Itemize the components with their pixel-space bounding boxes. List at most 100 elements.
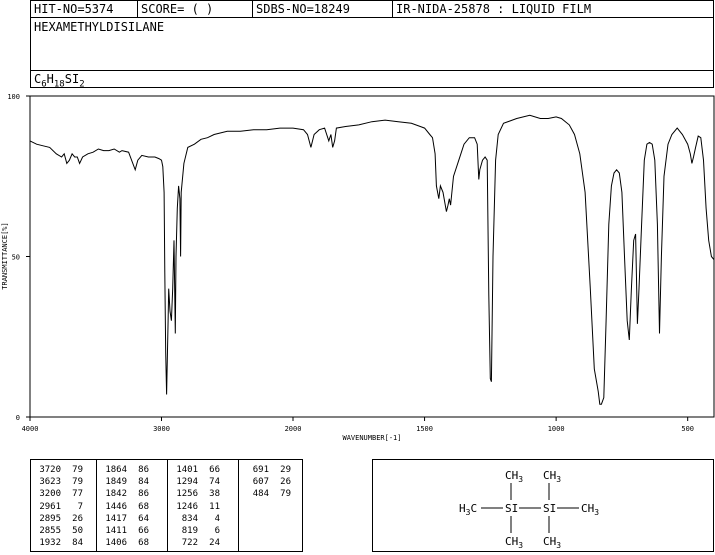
header-id-row: HIT-NO=5374 SCORE= ( ) SDBS-NO=18249 IR-… xyxy=(31,1,713,18)
peak-transmittance: 68 xyxy=(138,538,149,549)
ir-spectrum-chart: 4000 3000 2000 1500 1000 500100500 WAVENUMBER… xyxy=(1,93,715,442)
peak-transmittance: 6 xyxy=(214,526,220,537)
peak-transmittance: 79 xyxy=(280,489,291,500)
peak-transmittance: 84 xyxy=(72,538,83,549)
peak-transmittance: 79 xyxy=(72,477,83,488)
peak-wavenumber: 3623 xyxy=(39,477,61,488)
peak-wavenumber: 819 xyxy=(181,526,198,537)
x-tick-label: 1500 xyxy=(416,425,433,433)
compound-name: HEXAMETHYLDISILANE xyxy=(34,20,165,34)
peak-wavenumber: 1406 xyxy=(105,538,127,549)
sdbs-number: SDBS-NO=18249 xyxy=(253,1,393,17)
peak-row: 1411 66 xyxy=(97,525,167,537)
y-tick-label: 100 xyxy=(7,93,20,101)
peak-row: 1406 68 xyxy=(97,537,167,549)
peak-wavenumber: 1849 xyxy=(105,477,127,488)
structural-formula: CH3 CH3 H3C SI SI CH3 CH3 CH3 xyxy=(459,469,599,550)
methyl-top-left: CH3 xyxy=(505,469,523,484)
axis-ticks: 4000 3000 2000 1500 1000 500100500 xyxy=(7,93,694,433)
spectrum-header: HIT-NO=5374 SCORE= ( ) SDBS-NO=18249 IR-… xyxy=(30,0,714,89)
methyl-bottom-right: CH3 xyxy=(543,535,561,550)
peak-column: 1864 86 1849 84 1842 86 1446 68 1417 64 1411 66 1406… xyxy=(97,460,168,551)
x-tick-label: 2000 xyxy=(285,425,302,433)
peak-row: 2855 50 xyxy=(31,525,96,537)
peak-transmittance: 7 xyxy=(77,501,83,512)
peak-row: 2895 26 xyxy=(31,513,96,525)
methyl-bottom-left: CH3 xyxy=(505,535,523,550)
peak-wavenumber: 722 xyxy=(181,538,198,549)
peak-row: 1864 86 xyxy=(97,464,167,476)
y-tick-label: 50 xyxy=(12,254,20,262)
peak-row: 1446 68 xyxy=(97,501,167,513)
peak-row: 691 29 xyxy=(239,464,302,476)
peak-row: 819 6 xyxy=(168,525,238,537)
peak-row: 1849 84 xyxy=(97,476,167,488)
peak-row: 1294 74 xyxy=(168,476,238,488)
peak-transmittance: 50 xyxy=(72,526,83,537)
peak-transmittance: 26 xyxy=(72,513,83,524)
spectrum-line xyxy=(29,114,715,405)
silicon-left: SI xyxy=(505,502,518,515)
peak-transmittance: 74 xyxy=(209,477,220,488)
peak-row: 722 24 xyxy=(168,537,238,549)
peak-row: 1417 64 xyxy=(97,513,167,525)
peak-wavenumber: 1417 xyxy=(105,513,127,524)
x-tick-label: 500 xyxy=(681,425,694,433)
peak-table: 3720 79 3623 79 3200 77 2961 7 2895 26 2855 50 1932 8… xyxy=(30,459,303,552)
peak-wavenumber: 1256 xyxy=(176,489,198,500)
peak-transmittance: 84 xyxy=(138,477,149,488)
methyl-left: H3C xyxy=(459,502,477,517)
y-axis-label: TRANSMITTANCE[%] xyxy=(1,222,9,289)
plot-frame xyxy=(29,95,715,418)
peak-transmittance: 64 xyxy=(138,513,149,524)
peak-wavenumber: 1864 xyxy=(105,465,127,475)
x-tick-label: 3000 xyxy=(153,425,170,433)
peak-row: 834 4 xyxy=(168,513,238,525)
peak-wavenumber: 484 xyxy=(252,489,269,500)
peak-transmittance: 66 xyxy=(138,526,149,537)
peak-column: 691 29 607 26 484 79 xyxy=(239,460,302,551)
peak-transmittance: 29 xyxy=(280,465,291,475)
peak-transmittance: 24 xyxy=(209,538,220,549)
hit-number: HIT-NO=5374 xyxy=(31,1,138,17)
peak-wavenumber: 2895 xyxy=(39,513,61,524)
peak-wavenumber: 607 xyxy=(252,477,269,488)
peak-transmittance: 86 xyxy=(138,465,149,475)
peak-transmittance: 68 xyxy=(138,501,149,512)
x-axis-label: WAVENUMBER[-1] xyxy=(342,434,401,442)
peak-wavenumber: 1246 xyxy=(176,501,198,512)
peak-wavenumber: 1411 xyxy=(105,526,127,537)
peak-transmittance: 4 xyxy=(214,513,220,524)
x-tick-label: 1000 xyxy=(548,425,565,433)
peak-row: 1401 66 xyxy=(168,464,238,476)
y-tick-label: 0 xyxy=(16,414,20,422)
peak-row: 607 26 xyxy=(239,476,302,488)
peak-row: 3623 79 xyxy=(31,476,96,488)
peak-transmittance: 26 xyxy=(280,477,291,488)
methyl-top-right: CH3 xyxy=(543,469,561,484)
peak-wavenumber: 1932 xyxy=(39,538,61,549)
structure-box: CH3 CH3 H3C SI SI CH3 CH3 CH3 xyxy=(372,459,714,552)
peak-row: 1842 86 xyxy=(97,488,167,500)
peak-transmittance: 79 xyxy=(72,465,83,475)
peak-wavenumber: 691 xyxy=(252,465,269,475)
ir-nida-number: IR-NIDA-25878 : LIQUID FILM xyxy=(396,2,592,16)
peak-row: 3200 77 xyxy=(31,488,96,500)
peak-transmittance: 77 xyxy=(72,489,83,500)
peak-row: 1256 38 xyxy=(168,488,238,500)
peak-wavenumber: 1294 xyxy=(176,477,198,488)
molecular-formula: C6H18SI2 xyxy=(31,70,713,89)
peak-transmittance: 66 xyxy=(209,465,220,475)
peak-row: 3720 79 xyxy=(31,464,96,476)
peak-wavenumber: 834 xyxy=(181,513,198,524)
peak-wavenumber: 3720 xyxy=(39,465,61,475)
peak-wavenumber: 3200 xyxy=(39,489,61,500)
peak-transmittance: 86 xyxy=(138,489,149,500)
peak-wavenumber: 1446 xyxy=(105,501,127,512)
peak-row: 2961 7 xyxy=(31,501,96,513)
x-tick-label: 4000 xyxy=(22,425,39,433)
methyl-right: CH3 xyxy=(581,502,599,517)
peak-column: 1401 66 1294 74 1256 38 1246 11 834 4 819 6 722 24 xyxy=(168,460,239,551)
peak-wavenumber: 1401 xyxy=(176,465,198,475)
peak-wavenumber: 1842 xyxy=(105,489,127,500)
